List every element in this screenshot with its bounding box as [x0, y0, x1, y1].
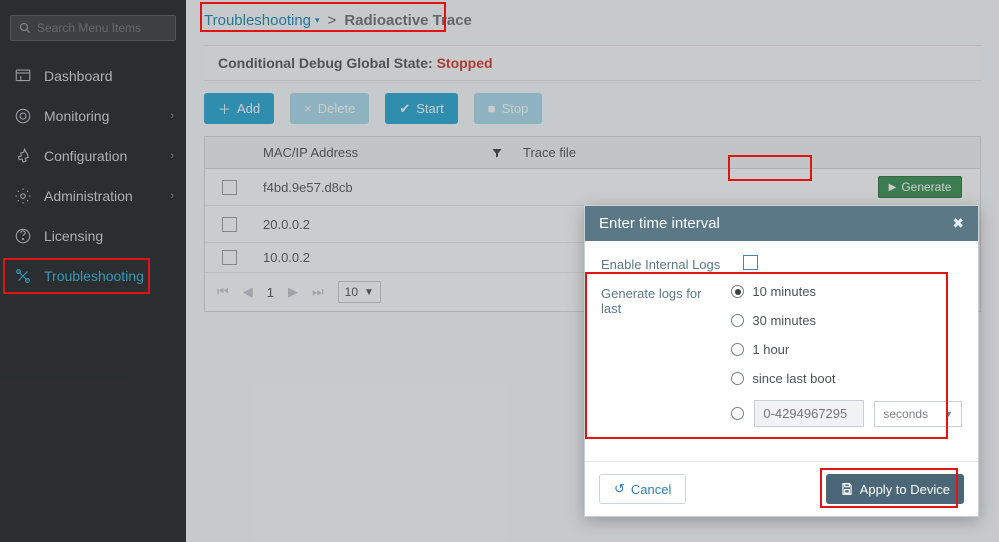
modal-title: Enter time interval: [599, 215, 720, 232]
modal-header: Enter time interval ✖: [585, 206, 978, 241]
enable-logs-label: Enable Internal Logs: [601, 255, 729, 272]
radio-custom[interactable]: seconds ▼: [731, 400, 962, 427]
generate-logs-label: Generate logs for last: [601, 284, 717, 316]
radio-icon: [731, 314, 744, 327]
radio-1-hour[interactable]: 1 hour: [731, 342, 962, 357]
save-icon: [840, 482, 854, 496]
radio-icon: [731, 343, 744, 356]
unit-select[interactable]: seconds ▼: [874, 401, 962, 427]
unit-label: seconds: [883, 407, 928, 421]
radio-10-minutes[interactable]: 10 minutes: [731, 284, 962, 299]
cancel-button[interactable]: ↺ Cancel: [599, 474, 686, 504]
time-interval-modal: Enter time interval ✖ Enable Internal Lo…: [584, 205, 979, 517]
radio-label: 10 minutes: [752, 284, 816, 299]
close-icon[interactable]: ✖: [952, 215, 964, 232]
radio-icon: [731, 372, 744, 385]
modal-footer: ↺ Cancel Apply to Device: [585, 461, 978, 516]
undo-icon: ↺: [614, 481, 625, 497]
apply-label: Apply to Device: [860, 482, 950, 497]
custom-seconds-input[interactable]: [754, 400, 864, 427]
cancel-label: Cancel: [631, 482, 671, 497]
radio-icon: [731, 285, 744, 298]
radio-label: 1 hour: [752, 342, 789, 357]
caret-down-icon: ▼: [944, 409, 953, 419]
radio-label: since last boot: [752, 371, 835, 386]
radio-icon: [731, 407, 744, 420]
time-options: 10 minutes 30 minutes 1 hour since last …: [731, 284, 962, 427]
radio-since-last-boot[interactable]: since last boot: [731, 371, 962, 386]
radio-label: 30 minutes: [752, 313, 816, 328]
radio-30-minutes[interactable]: 30 minutes: [731, 313, 962, 328]
enable-logs-checkbox[interactable]: [743, 255, 758, 270]
apply-button[interactable]: Apply to Device: [826, 474, 964, 504]
